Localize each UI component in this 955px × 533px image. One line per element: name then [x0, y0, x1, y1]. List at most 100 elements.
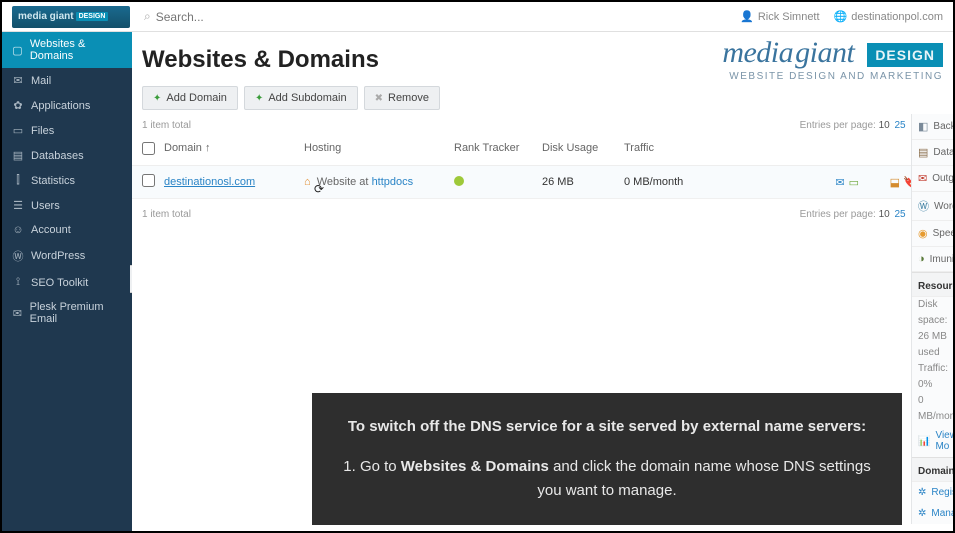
rp-label: Speed 4: [933, 228, 953, 239]
rank-status-dot: [454, 176, 464, 186]
user-name: Rick Simnett: [758, 11, 820, 23]
sidebar-label: WordPress: [31, 250, 85, 262]
domain-link[interactable]: destinationosl.com: [164, 176, 255, 188]
rp-icon: Ⓦ: [918, 198, 929, 214]
sidebar-label: Websites & Domains: [30, 38, 122, 62]
mail-icon[interactable]: ✉: [835, 176, 844, 189]
right-panel-item-outgoi[interactable]: ✉Outgoi: [912, 166, 953, 192]
sidebar-item-websites-domains[interactable]: ▢ Websites & Domains: [2, 32, 132, 68]
disk-cell: 26 MB: [542, 176, 624, 188]
sidebar-item-files[interactable]: ▭Files: [2, 118, 132, 143]
row-checkbox[interactable]: [142, 174, 155, 187]
sidebar-item-mail[interactable]: ✉Mail: [2, 68, 132, 93]
list-meta-top: 1 item total Entries per page: 10 25 100…: [142, 120, 943, 131]
search-input[interactable]: [156, 10, 356, 24]
subscription-menu[interactable]: 🌐 destinationpol.com: [834, 10, 943, 23]
globe-icon: 🌐: [834, 10, 848, 23]
sidebar-item-users[interactable]: ☰Users: [2, 193, 132, 218]
step-num: 1.: [343, 458, 356, 475]
manage-label: Manage: [931, 508, 953, 519]
step-post: and click the domain name whose DNS sett…: [537, 458, 870, 499]
select-all-checkbox[interactable]: [142, 142, 155, 155]
sidebar-item-seo-toolkit[interactable]: ⟟SEO Toolkit: [2, 270, 132, 295]
add-subdomain-label: Add Subdomain: [268, 92, 346, 104]
sidebar-label: Applications: [31, 100, 90, 112]
search-icon: ⌕: [144, 9, 151, 24]
rp-icon: ◧: [918, 120, 928, 133]
entries-option-25[interactable]: 25: [895, 120, 906, 131]
row-mid-icons: ✉ ▭: [744, 176, 863, 189]
sidebar-icon: ⟟: [12, 276, 24, 289]
col-disk[interactable]: Disk Usage: [542, 142, 624, 158]
sidebar-icon: ✉: [12, 307, 23, 320]
instruction-step: 1. Go to Websites & Domains and click th…: [340, 455, 874, 503]
rp-label: Databas: [933, 147, 953, 158]
step-bold: Websites & Domains: [401, 458, 549, 475]
user-icon: 👤: [740, 10, 754, 23]
sidebar-icon: Ⓦ: [12, 248, 24, 264]
manage-link[interactable]: ✲Manage: [912, 503, 953, 524]
sidebar: ▢ Websites & Domains ✉Mail✿Applications▭Fi…: [2, 32, 132, 531]
user-menu[interactable]: 👤 Rick Simnett: [740, 10, 819, 23]
brand-word1: media: [722, 36, 793, 69]
col-traffic[interactable]: Traffic: [624, 142, 744, 158]
topbar-logo-badge: DESIGN: [76, 12, 109, 21]
sidebar-item-statistics[interactable]: ⫿Statistics: [2, 168, 132, 193]
entries-option-10: 10: [879, 120, 890, 131]
list-meta-bottom: 1 item total Entries per page: 10 25 100…: [142, 209, 943, 220]
hosting-cell: ⌂ Website at httpdocs: [304, 176, 454, 188]
sidebar-label: Account: [31, 224, 71, 236]
right-panel-item-speed[interactable]: ◉Speed 4: [912, 221, 953, 247]
traffic-cell: 0 MB/month: [624, 176, 744, 188]
resources-text: Disk space:26 MB usedTraffic: 0%0 MB/mon…: [912, 297, 953, 425]
remove-label: Remove: [388, 92, 429, 104]
sidebar-label: Plesk Premium Email: [30, 301, 122, 325]
preview-icon[interactable]: ▭: [849, 176, 859, 189]
table-row: destinationosl.com ⌂ Website at httpdocs…: [132, 166, 953, 199]
view-more-label: View Mo: [935, 430, 953, 452]
right-panel-item-databas[interactable]: ▤ Databas: [912, 140, 953, 166]
resource-line: 26 MB used: [918, 329, 947, 361]
brand-tagline: WEBSITE DESIGN AND MARKETING: [722, 71, 943, 82]
col-rank[interactable]: Rank Tracker: [454, 142, 542, 158]
sidebar-item-databases[interactable]: ▤Databases: [2, 143, 132, 168]
sidebar-icon: ▢: [12, 44, 23, 57]
sidebar-icon: ▤: [12, 149, 24, 162]
topbar-logo-text: media giant: [18, 11, 74, 22]
entries-option-25[interactable]: 25: [895, 209, 906, 220]
sidebar-item-applications[interactable]: ✿Applications: [2, 93, 132, 118]
register-link[interactable]: ✲Registe: [912, 482, 953, 503]
sidebar-label: Statistics: [31, 175, 75, 187]
right-panel-item-backup[interactable]: ◧Backup: [912, 114, 953, 140]
action-icon-1[interactable]: ⬓: [890, 176, 900, 189]
search-wrap[interactable]: ⌕: [144, 9, 356, 24]
sidebar-item-account[interactable]: ☺Account: [2, 218, 132, 242]
col-domain[interactable]: Domain ↑: [164, 142, 304, 158]
add-domain-button[interactable]: ✦Add Domain: [142, 86, 238, 110]
right-panel-item-wordpr[interactable]: Ⓦ WordPr: [912, 192, 953, 221]
view-more-link[interactable]: 📊View Mo: [912, 425, 953, 457]
plus-icon: ✦: [255, 93, 263, 104]
hosting-link[interactable]: httpdocs: [372, 176, 414, 188]
plus-icon: ✦: [153, 93, 161, 104]
x-icon: ✖: [375, 93, 383, 104]
add-subdomain-button[interactable]: ✦ Add Subdomain: [244, 86, 358, 110]
brand-badge: DESIGN: [867, 43, 943, 67]
sidebar-icon: ☰: [12, 199, 24, 212]
right-panel-item-imunify[interactable]: ◑Imunify: [912, 247, 953, 272]
home-icon: ⌂: [304, 176, 311, 188]
remove-button[interactable]: ✖ Remove: [364, 86, 440, 110]
col-hosting[interactable]: Hosting: [304, 142, 454, 158]
rp-label: Imunify: [930, 254, 953, 265]
step-pre: Go to: [360, 458, 401, 475]
rp-label: WordPr: [934, 201, 953, 212]
hosting-prefix: Website at: [317, 176, 369, 188]
toolbar: ✦Add Domain ✦ Add Subdomain ✖ Remove: [142, 86, 943, 110]
rp-icon: ▤: [918, 146, 928, 159]
sidebar-item-wordpress[interactable]: Ⓦ WordPress: [2, 242, 132, 270]
item-total-bottom: 1 item total: [142, 209, 191, 220]
topbar-logo[interactable]: media giant DESIGN: [12, 6, 130, 28]
sidebar-item-plesk-premium-email[interactable]: ✉ Plesk Premium Email: [2, 295, 132, 331]
topbar-right: 👤 Rick Simnett 🌐 destinationpol.com: [740, 10, 943, 23]
instruction-overlay: To switch off the DNS service for a site…: [312, 393, 902, 525]
